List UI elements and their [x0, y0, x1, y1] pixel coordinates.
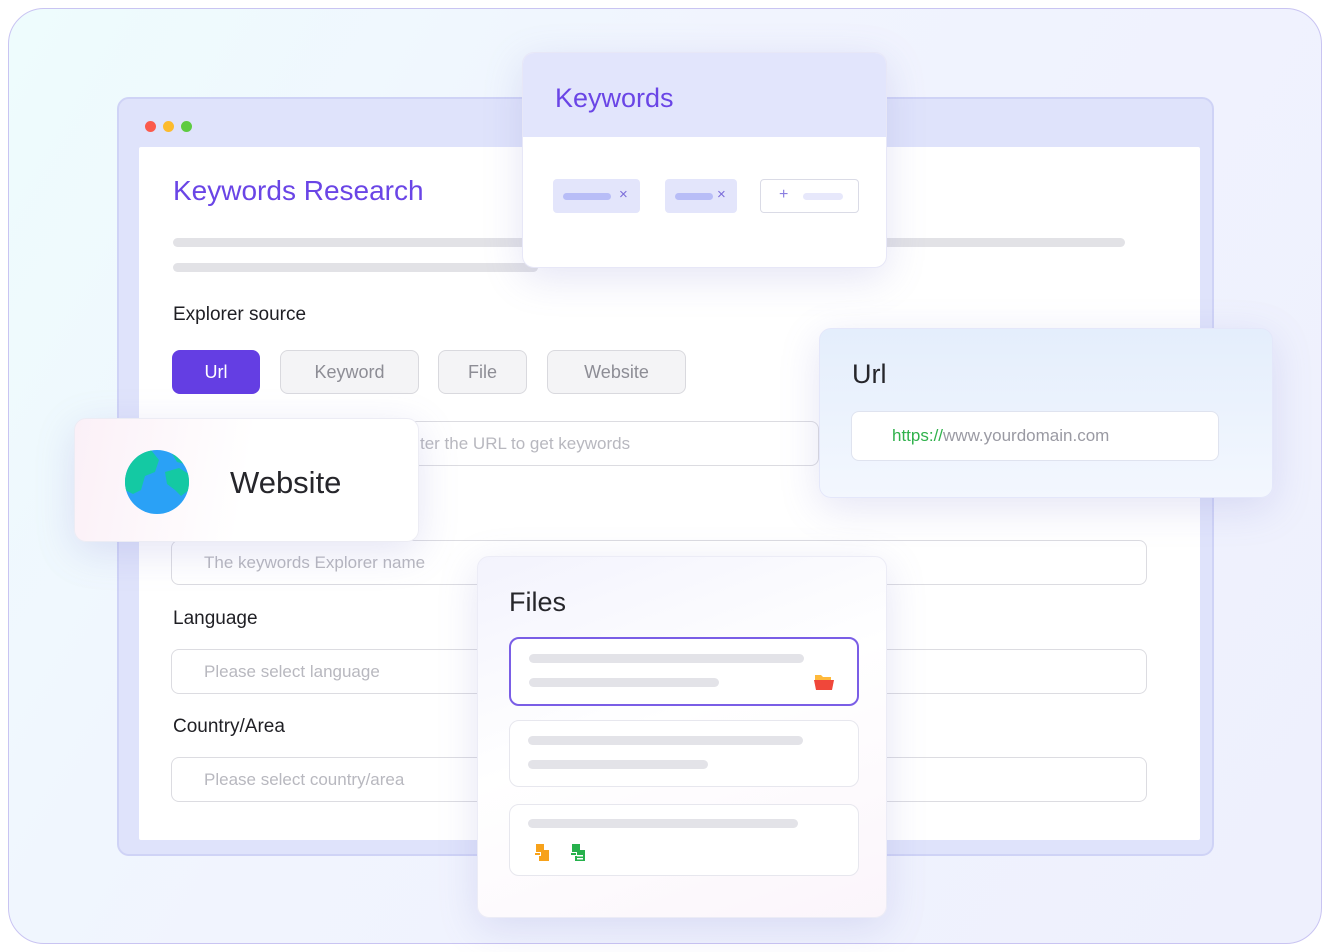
url-card-title: Url [852, 359, 887, 389]
keyword-tag[interactable]: × [665, 179, 737, 213]
source-tab-website[interactable]: Website [547, 350, 686, 394]
document-icon [534, 844, 549, 861]
keywords-card-title: Keywords [555, 83, 674, 113]
page-title: Keywords Research [173, 175, 424, 206]
close-window-dot[interactable] [145, 121, 156, 132]
maximize-window-dot[interactable] [181, 121, 192, 132]
language-placeholder: Please select language [204, 661, 380, 681]
file-item[interactable] [509, 804, 859, 876]
keywords-card-header: Keywords [523, 53, 886, 137]
url-domain: www.yourdomain.com [943, 426, 1110, 445]
website-card-label: Website [230, 465, 342, 500]
file-meta-line [528, 760, 708, 769]
window-controls [145, 121, 192, 132]
country-placeholder: Please select country/area [204, 769, 405, 789]
folder-icon [814, 675, 834, 690]
language-label: Language [173, 608, 258, 629]
url-input-placeholder: ter the URL to get keywords [420, 433, 631, 453]
file-name-line [528, 736, 803, 745]
add-keyword-text [803, 193, 843, 200]
spreadsheet-icon [570, 844, 585, 861]
url-input[interactable]: ter the URL to get keywords [379, 421, 819, 466]
source-tab-file[interactable]: File [438, 350, 527, 394]
url-card-input[interactable]: https://www.yourdomain.com [851, 411, 1219, 461]
source-tab-keyword[interactable]: Keyword [280, 350, 419, 394]
plus-icon: + [779, 186, 789, 203]
keyword-tag-text [563, 193, 611, 200]
minimize-window-dot[interactable] [163, 121, 174, 132]
file-name-line [529, 654, 804, 663]
source-tab-url[interactable]: Url [172, 350, 260, 394]
remove-tag-icon[interactable]: × [717, 186, 726, 203]
website-card[interactable]: Website [74, 418, 419, 542]
globe-icon [125, 450, 189, 514]
file-item-selected[interactable] [509, 637, 859, 706]
placeholder-text-line [173, 263, 538, 272]
url-card: Url https://www.yourdomain.com [819, 328, 1273, 498]
country-label: Country/Area [173, 716, 285, 737]
file-item[interactable] [509, 720, 859, 787]
keyword-tag[interactable]: × [553, 179, 640, 213]
url-protocol: https:// [892, 426, 944, 445]
files-card: Files [477, 556, 887, 918]
files-card-title: Files [509, 587, 567, 617]
explorer-source-label: Explorer source [173, 304, 307, 325]
remove-tag-icon[interactable]: × [619, 186, 628, 203]
file-name-line [528, 819, 798, 828]
keyword-tag-text [675, 193, 713, 200]
explorer-name-placeholder: The keywords Explorer name [204, 552, 426, 572]
keywords-card: Keywords × × + [522, 52, 887, 268]
add-keyword-button[interactable]: + [760, 179, 859, 213]
file-meta-line [529, 678, 719, 687]
